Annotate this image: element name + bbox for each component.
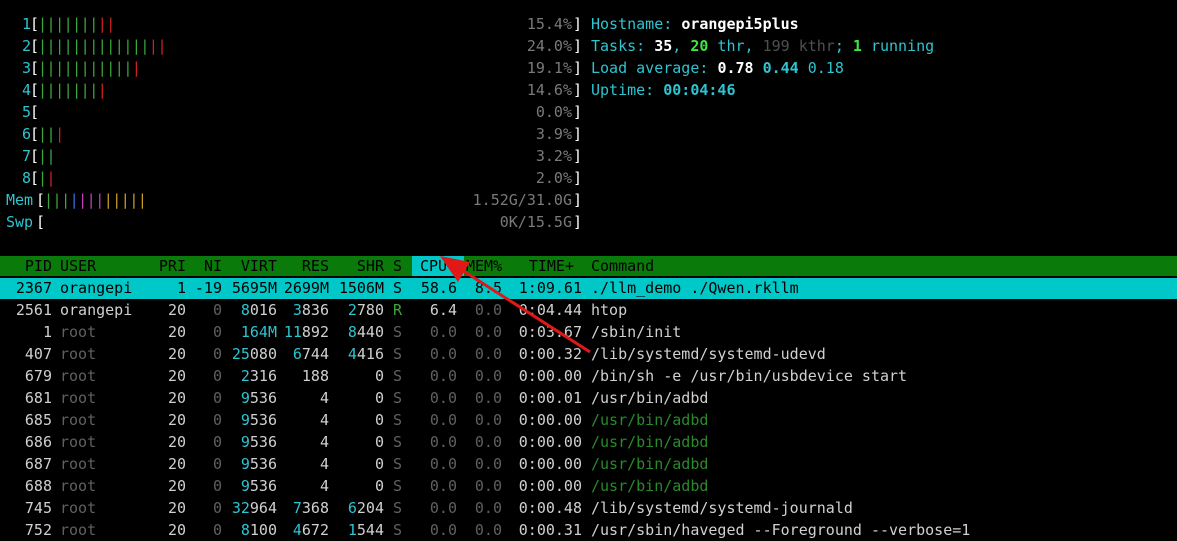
arrow-shaft xyxy=(461,268,591,354)
arrow-head xyxy=(440,256,470,282)
annotation-arrow xyxy=(440,256,591,354)
